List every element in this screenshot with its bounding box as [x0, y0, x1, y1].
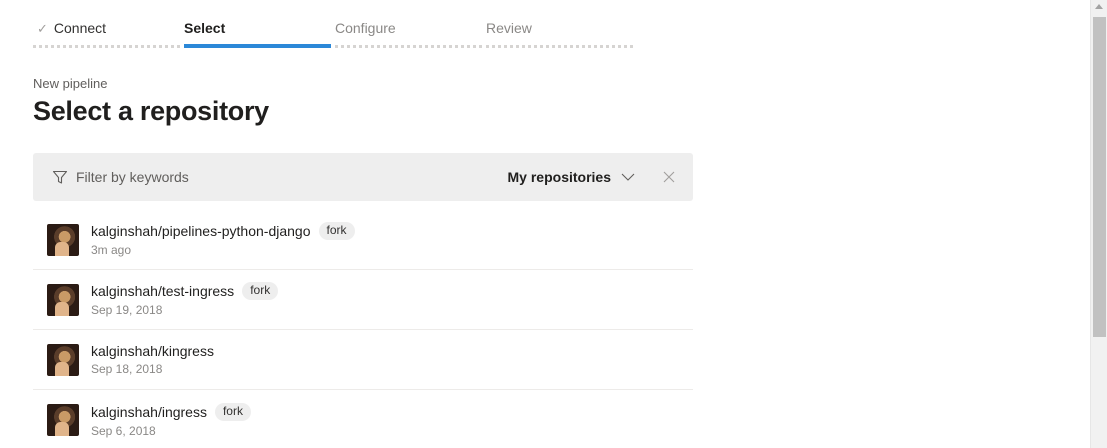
- step-select[interactable]: Select: [184, 0, 331, 48]
- fork-badge: fork: [242, 282, 279, 300]
- repository-list: kalginshah/pipelines-python-django fork …: [33, 210, 693, 448]
- close-icon[interactable]: [663, 171, 675, 183]
- avatar: [47, 404, 79, 436]
- step-progress-bar: [486, 45, 633, 48]
- filter-bar: My repositories: [33, 153, 693, 201]
- step-connect[interactable]: ✓ Connect: [33, 0, 180, 48]
- list-item[interactable]: kalginshah/test-ingress fork Sep 19, 201…: [33, 270, 693, 330]
- repository-date: Sep 18, 2018: [91, 362, 163, 376]
- fork-badge: fork: [318, 222, 355, 240]
- repository-name: kalginshah/pipelines-python-django: [91, 223, 311, 239]
- repository-name: kalginshah/test-ingress: [91, 283, 235, 299]
- vertical-scrollbar[interactable]: [1090, 0, 1107, 448]
- step-review[interactable]: Review: [486, 0, 633, 48]
- page-subtitle: New pipeline: [33, 76, 108, 91]
- repository-scope-dropdown[interactable]: My repositories: [508, 169, 635, 185]
- step-label: Review: [486, 20, 532, 36]
- checkmark-icon: ✓: [37, 21, 48, 36]
- repository-date: 3m ago: [91, 243, 132, 257]
- list-item[interactable]: kalginshah/kingress Sep 18, 2018: [33, 330, 693, 390]
- avatar: [47, 223, 79, 256]
- repository-date: Sep 6, 2018: [91, 423, 156, 438]
- scrollbar-thumb[interactable]: [1093, 17, 1106, 337]
- list-item[interactable]: kalginshah/pipelines-python-django fork …: [33, 210, 693, 270]
- chevron-down-icon: [621, 170, 635, 184]
- step-label: Select: [184, 20, 226, 36]
- fork-badge: fork: [214, 402, 251, 421]
- page: ✓ Connect Select Configure Review New pip…: [0, 0, 1107, 448]
- step-progress-bar: [335, 45, 482, 48]
- scope-label: My repositories: [507, 169, 611, 185]
- step-label: Configure: [335, 20, 396, 36]
- step-progress-bar: [184, 44, 331, 48]
- scroll-up-arrow-icon[interactable]: [1095, 4, 1103, 9]
- wizard-steps: ✓ Connect Select Configure Review: [33, 0, 633, 48]
- filter-icon: [52, 169, 68, 185]
- repository-name: kalginshah/ingress: [91, 403, 207, 420]
- filter-input[interactable]: [76, 169, 456, 185]
- avatar: [47, 343, 79, 376]
- step-configure[interactable]: Configure: [335, 0, 482, 48]
- step-label: Connect: [53, 20, 107, 36]
- list-item[interactable]: kalginshah/ingress fork Sep 6, 2018: [33, 390, 693, 448]
- avatar: [47, 283, 79, 316]
- step-progress-bar: [33, 45, 180, 48]
- repository-date: Sep 19, 2018: [91, 303, 163, 317]
- page-title: Select a repository: [33, 96, 269, 126]
- repository-name: kalginshah/kingress: [91, 343, 214, 359]
